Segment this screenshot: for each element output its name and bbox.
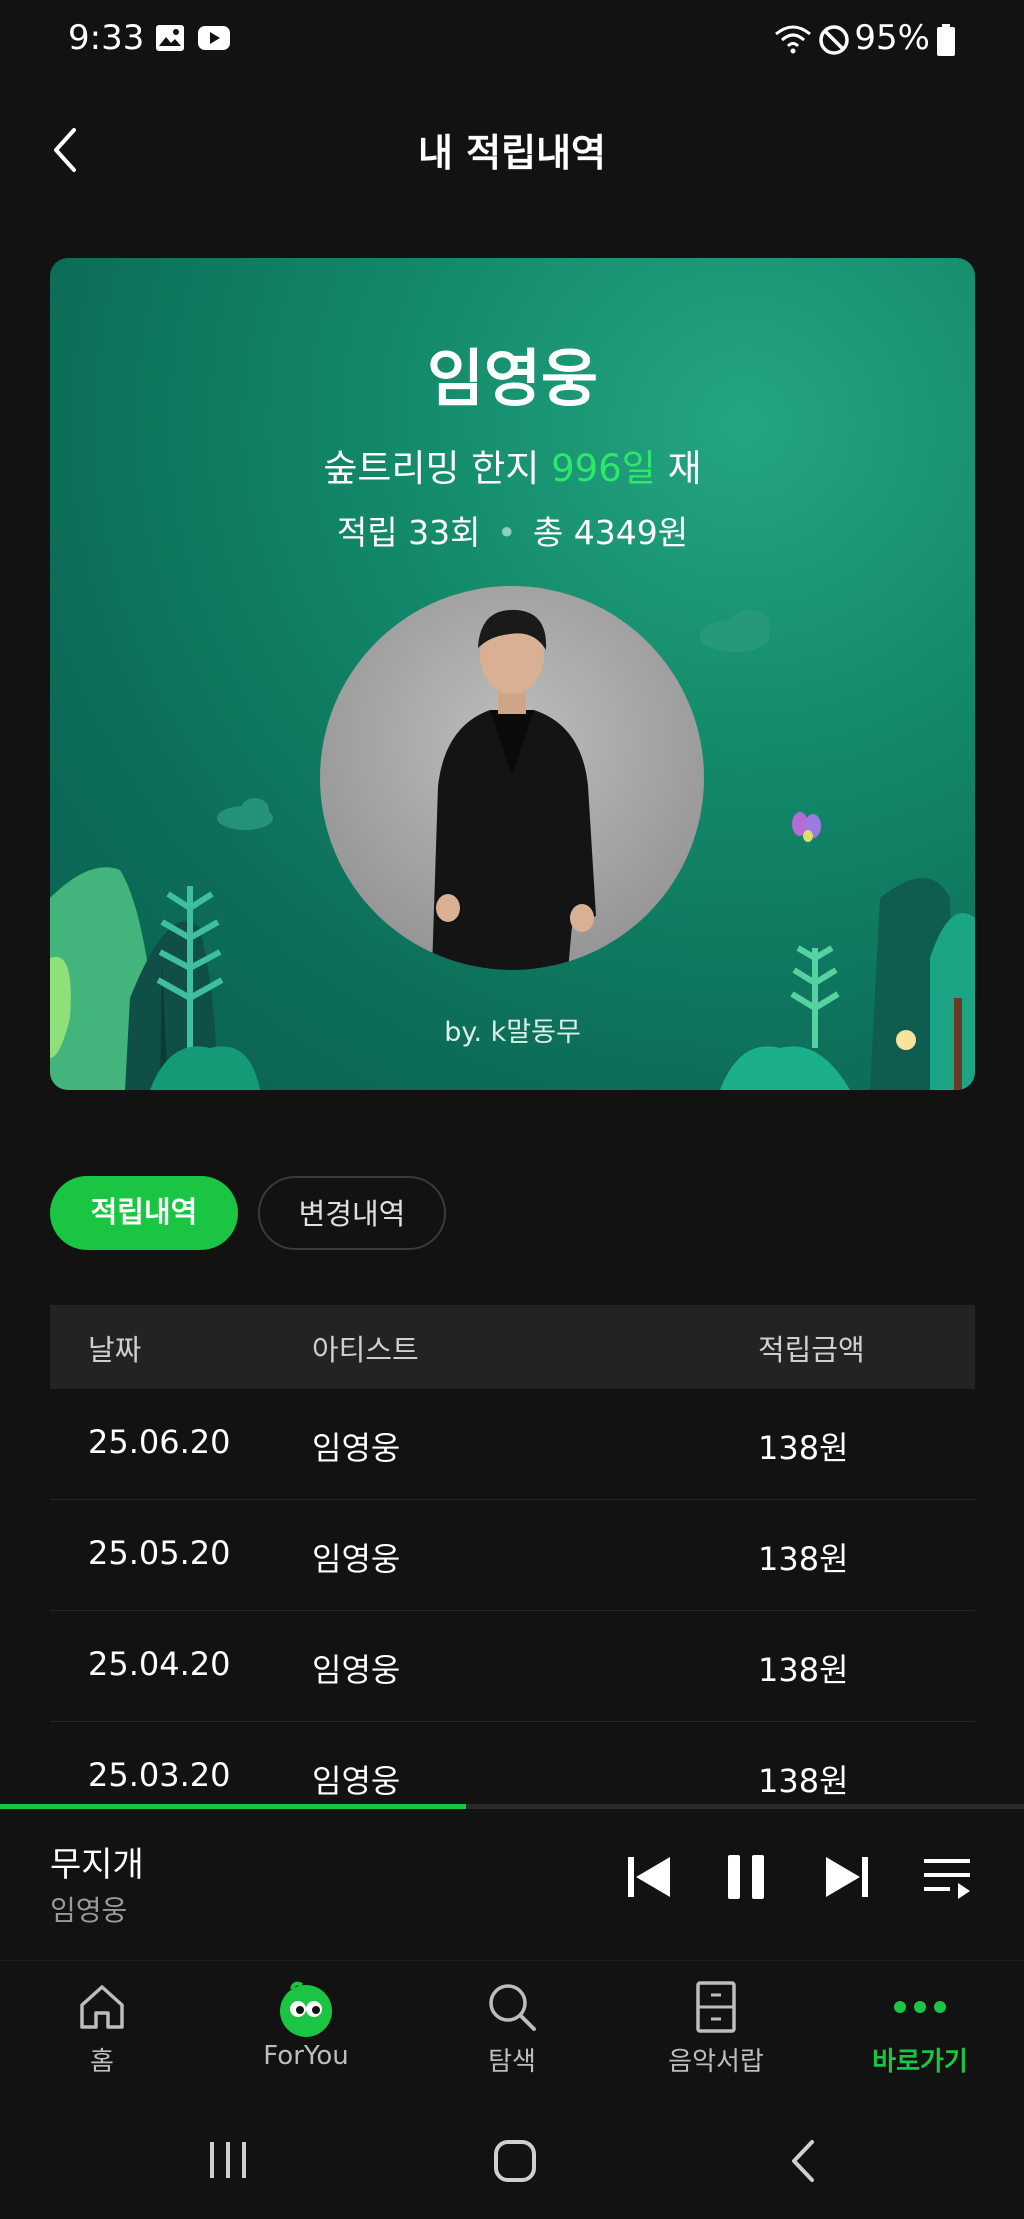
foryou-mascot-icon bbox=[280, 1981, 332, 2037]
streak-days: 996일 bbox=[551, 447, 656, 490]
nav-search-label: 탐색 bbox=[488, 2047, 536, 2077]
cell-amount: 138원 bbox=[758, 1651, 849, 1689]
header-amount: 적립금액 bbox=[758, 1333, 865, 1367]
accumulation-table: 날짜 아티스트 적립금액 25.06.20 임영웅 138원 25.05.20 … bbox=[50, 1305, 975, 1833]
nav-shortcuts-label: 바로가기 bbox=[872, 2047, 968, 2077]
track-artist: 임영웅 bbox=[50, 1894, 128, 1927]
wifi-icon bbox=[775, 25, 811, 54]
status-time: 9:33 bbox=[68, 18, 145, 58]
accumulation-total: 총 4349원 bbox=[532, 513, 689, 552]
table-row: 25.04.20 임영웅 138원 bbox=[50, 1611, 975, 1722]
table-row: 25.05.20 임영웅 138원 bbox=[50, 1500, 975, 1611]
table-row: 25.06.20 임영웅 138원 bbox=[50, 1389, 975, 1500]
mini-player[interactable]: 무지개 임영웅 bbox=[0, 1809, 1024, 1959]
cell-artist: 임영웅 bbox=[312, 1762, 401, 1800]
home-icon bbox=[80, 1985, 124, 2029]
nav-home[interactable]: 홈 bbox=[22, 1979, 182, 2078]
youtube-icon bbox=[198, 26, 230, 50]
system-navigation-bar bbox=[0, 2100, 1024, 2219]
cell-artist: 임영웅 bbox=[312, 1651, 401, 1689]
table-header: 날짜 아티스트 적립금액 bbox=[50, 1305, 975, 1389]
nav-shortcuts[interactable]: 바로가기 bbox=[840, 1979, 1000, 2078]
next-track-icon[interactable] bbox=[818, 1849, 874, 1905]
battery-level: 95% bbox=[854, 18, 930, 58]
nav-search[interactable]: 탐색 bbox=[432, 1979, 592, 2078]
pause-icon[interactable] bbox=[718, 1849, 774, 1905]
cell-artist: 임영웅 bbox=[312, 1540, 401, 1578]
previous-track-icon[interactable] bbox=[622, 1849, 678, 1905]
nav-home-label: 홈 bbox=[90, 2047, 114, 2077]
search-icon bbox=[489, 1984, 536, 2031]
app-header: 내 적립내역 bbox=[0, 110, 1024, 190]
bottom-navigation: 홈 ForYou 탐색 음악서랍 바로가기 bbox=[0, 1960, 1024, 2100]
status-bar: 9:33 95% bbox=[0, 0, 1024, 80]
cell-date: 25.04.20 bbox=[88, 1645, 231, 1683]
header-artist: 아티스트 bbox=[312, 1333, 419, 1367]
track-title: 무지개 bbox=[50, 1845, 144, 1885]
cell-amount: 138원 bbox=[758, 1762, 849, 1800]
cell-date: 25.05.20 bbox=[88, 1534, 231, 1572]
artist-portrait bbox=[320, 586, 704, 970]
card-artist-name: 임영웅 bbox=[426, 342, 599, 415]
do-not-disturb-icon bbox=[819, 25, 849, 55]
cell-date: 25.03.20 bbox=[88, 1756, 231, 1794]
tab-accumulation-history[interactable]: 적립내역 bbox=[50, 1176, 238, 1250]
streak-suffix: 재 bbox=[655, 447, 702, 490]
cell-date: 25.06.20 bbox=[88, 1423, 231, 1461]
accumulation-count: 적립 33회 bbox=[336, 513, 481, 552]
tab-change-history[interactable]: 변경내역 bbox=[258, 1176, 446, 1250]
system-back-icon[interactable] bbox=[786, 2138, 822, 2184]
cell-amount: 138원 bbox=[758, 1540, 849, 1578]
cell-amount: 138원 bbox=[758, 1429, 849, 1467]
system-home-icon[interactable] bbox=[492, 2138, 538, 2184]
streak-prefix: 숲트리밍 한지 bbox=[323, 447, 552, 490]
nav-foryou-label: ForYou bbox=[263, 2041, 349, 2071]
cell-artist: 임영웅 bbox=[312, 1429, 401, 1467]
streak-text: 숲트리밍 한지 996일 재 bbox=[50, 438, 975, 492]
header-date: 날짜 bbox=[88, 1333, 142, 1367]
nav-foryou[interactable]: ForYou bbox=[226, 1979, 386, 2071]
more-dots-icon bbox=[894, 2001, 946, 2013]
page-title: 내 적립내역 bbox=[417, 131, 607, 175]
streaming-summary-card: 임영웅 숲트리밍 한지 996일 재 적립 33회 • 총 4349원 by. … bbox=[50, 258, 975, 1090]
drawer-icon bbox=[696, 1981, 736, 2033]
nav-music-drawer[interactable]: 음악서랍 bbox=[636, 1979, 796, 2078]
gallery-icon bbox=[156, 25, 184, 51]
playlist-icon[interactable] bbox=[920, 1849, 976, 1905]
card-author: by. k말동무 bbox=[444, 1017, 581, 1048]
separator-dot: • bbox=[496, 513, 517, 552]
recent-apps-icon[interactable] bbox=[206, 2140, 250, 2180]
battery-icon bbox=[937, 24, 955, 56]
nav-music-drawer-label: 음악서랍 bbox=[668, 2047, 764, 2077]
accumulation-summary: 적립 33회 • 총 4349원 bbox=[50, 506, 975, 554]
